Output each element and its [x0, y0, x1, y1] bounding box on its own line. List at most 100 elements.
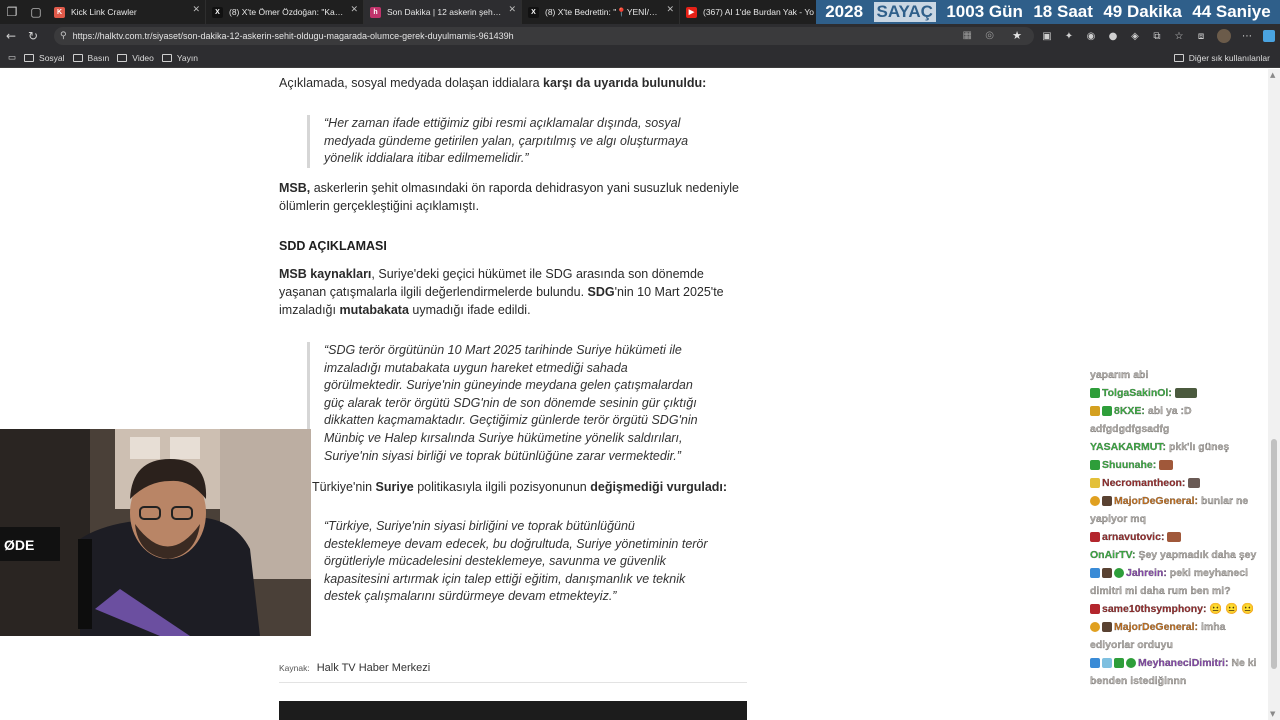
subscriber-badge-icon [1090, 604, 1100, 615]
article-source: Kaynak: Halk TV Haber Merkezi [279, 662, 430, 674]
paragraph-warning: Açıklamada, sosyal medyada dolaşan iddia… [279, 74, 706, 92]
webcam-overlay: ØDE [0, 429, 311, 636]
stream-chat-overlay: yaparım abi TolgaSakinOl: 8KXE: abi ya :… [1090, 366, 1268, 690]
quote-line: güç alarak terör örgütü SDG'nin de son d… [324, 395, 697, 410]
extension-icon[interactable]: ● [1107, 30, 1119, 42]
more-menu-icon[interactable]: ⋯ [1241, 30, 1253, 42]
tab-title: (367) AI 1'de Burdan Yak - Yo [703, 7, 814, 17]
quote-line: örgütleriyle mücadelesini desteklemeye, … [324, 554, 666, 569]
chat-message: TolgaSakinOl: [1090, 384, 1268, 402]
text: uymadığı ifade edildi. [408, 303, 531, 317]
other-bookmarks[interactable]: Diğer sık kullanılanlar [1173, 53, 1270, 63]
countdown-days: 1003 Gün [946, 2, 1023, 21]
url-field[interactable]: ⚲ https://halktv.com.tr/siyaset/son-daki… [54, 27, 1034, 45]
tab-kick-link-crawler[interactable]: K Kick Link Crawler ✕ [48, 0, 206, 24]
folder-icon [24, 53, 35, 62]
x-favicon-icon: X [212, 6, 223, 18]
chat-username: TolgaSakinOl: [1102, 387, 1172, 399]
url-text: https://halktv.com.tr/siyaset/son-dakika… [72, 31, 514, 41]
bookmarks-apps-icon[interactable]: ▭ [8, 52, 16, 63]
bookmarks-bar: ▭ Sosyal Basın Video Yayın Diğer sık kul… [0, 48, 1280, 68]
bookmark-label: Sosyal [39, 52, 65, 63]
app-available-icon[interactable]: ▦ [963, 30, 972, 41]
back-icon[interactable]: ← [0, 25, 22, 47]
scroll-thumb[interactable] [1271, 439, 1277, 669]
page-scrollbar[interactable]: ▲ ▼ [1268, 69, 1280, 720]
chat-username: MajorDeGeneral: [1114, 495, 1199, 507]
bold-text: karşı da uyarıda bulunuldu: [543, 76, 707, 90]
close-tab-icon[interactable]: ✕ [192, 5, 200, 15]
tab-title: (8) X'te Ömer Özdoğan: "Kamuoy [229, 7, 345, 17]
favorite-star-icon[interactable]: ★ [1012, 29, 1022, 42]
close-tab-icon[interactable]: ✕ [508, 5, 516, 15]
bold-text: SDG [587, 285, 615, 299]
profile-avatar[interactable] [1217, 29, 1231, 43]
scroll-down-icon[interactable]: ▼ [1270, 710, 1275, 718]
subscriber-badge-icon [1090, 460, 1100, 471]
address-bar-row: ← ↻ ⚲ https://halktv.com.tr/siyaset/son-… [0, 24, 1280, 48]
bookmark-folder-basin[interactable]: Basın [72, 53, 109, 63]
blockquote-sdg: “SDG terör örgütünün 10 Mart 2025 tarihi… [307, 342, 698, 466]
subscriber-badge-icon [1114, 658, 1124, 669]
emote-icon [1188, 478, 1201, 489]
workspaces-icon[interactable]: ❐ [0, 0, 24, 24]
countdown-hours: 18 Saat [1033, 2, 1093, 21]
kick-favicon-icon: K [54, 6, 65, 18]
copilot-icon[interactable] [1263, 30, 1275, 42]
close-tab-icon[interactable]: ✕ [666, 5, 674, 15]
tab-x-bedrettin[interactable]: X (8) X'te Bedrettin: "📍YENİ/ÖNEM ✕ [522, 0, 680, 24]
favorites-icon[interactable]: ☆ [1173, 30, 1185, 42]
countdown-seconds: 44 Saniye [1192, 2, 1271, 21]
folder-icon [161, 53, 172, 62]
gift-badge-icon [1090, 622, 1100, 633]
tab-youtube[interactable]: ▶ (367) AI 1'de Burdan Yak - Yo [680, 0, 838, 24]
extensions-puzzle-icon[interactable]: ⧉ [1151, 30, 1163, 42]
chat-text: pkk'lı güneş [1168, 441, 1230, 453]
folder-icon [1173, 54, 1184, 62]
verified-badge-icon [1126, 658, 1136, 669]
text: politikasıyla ilgili pozisyonunun [413, 480, 591, 494]
related-media-thumbnail[interactable] [279, 701, 747, 720]
mic-brand-text: ØDE [4, 537, 34, 553]
reader-view-icon[interactable]: ◎ [985, 30, 994, 41]
bold-text: Suriye [375, 480, 414, 494]
source-value[interactable]: Halk TV Haber Merkezi [317, 662, 431, 674]
subscriber-badge-icon [1102, 622, 1112, 633]
text: Açıklamada, sosyal medyada dolaşan iddia… [279, 76, 544, 90]
extension-icon[interactable]: ◈ [1129, 30, 1141, 42]
bold-text: MSB, [279, 181, 311, 195]
text: 'nin 10 Mart 2025'te [614, 285, 724, 299]
chat-message: MeyhaneciDimitri: Ne ki benden istediğin… [1090, 654, 1268, 690]
site-info-icon[interactable]: ⚲ [60, 31, 67, 41]
tab-x-omer[interactable]: X (8) X'te Ömer Özdoğan: "Kamuoy ✕ [206, 0, 364, 24]
chat-text: yaparım abi [1090, 369, 1149, 381]
refresh-icon[interactable]: ↻ [22, 25, 44, 47]
bold-text: mutabakata [339, 303, 409, 317]
countdown-overlay: 2028 SAYAÇ 1003 Gün 18 Saat 49 Dakika 44… [816, 0, 1280, 24]
quote-line: yönelik iddialara itibar edilmemelidir.” [324, 151, 529, 166]
extension-icon[interactable]: ▣ [1041, 30, 1053, 42]
tab-halktv-active[interactable]: h Son Dakika | 12 askerin şehit oldu ✕ [364, 0, 522, 24]
halktv-favicon-icon: h [370, 6, 381, 18]
bookmark-folder-yayin[interactable]: Yayın [161, 53, 198, 63]
countdown-label: SAYAÇ [873, 2, 936, 22]
close-tab-icon[interactable]: ✕ [350, 5, 358, 15]
collections-icon[interactable]: ⧈ [1195, 30, 1207, 42]
quote-line: kapasitesini artırmak için talep ettiği … [324, 571, 686, 586]
moderator-sword-icon [1090, 568, 1100, 579]
chat-username: same10thsymphony: [1102, 603, 1207, 615]
tab-actions-icon[interactable]: ▢ [24, 0, 48, 24]
chat-message: YASAKARMUT: pkk'lı güneş [1090, 438, 1268, 456]
folder-icon [72, 53, 83, 62]
bookmark-folder-sosyal[interactable]: Sosyal [24, 53, 65, 63]
bookmark-folder-video[interactable]: Video [117, 53, 154, 63]
x-favicon-icon: X [528, 6, 539, 18]
extension-icon[interactable]: ◉ [1085, 30, 1097, 42]
scroll-up-icon[interactable]: ▲ [1270, 71, 1275, 79]
tab-title: Kick Link Crawler [71, 7, 137, 17]
quote-line: “SDG terör örgütünün 10 Mart 2025 tarihi… [324, 343, 682, 357]
extension-icon[interactable]: ✦ [1063, 30, 1075, 42]
bold-text: MSB kaynakları [279, 267, 372, 281]
chat-message: same10thsymphony: 😐 😐 😐 [1090, 600, 1268, 618]
chat-message: Jahrein: peki meyhaneci dimitri mi daha … [1090, 564, 1268, 600]
